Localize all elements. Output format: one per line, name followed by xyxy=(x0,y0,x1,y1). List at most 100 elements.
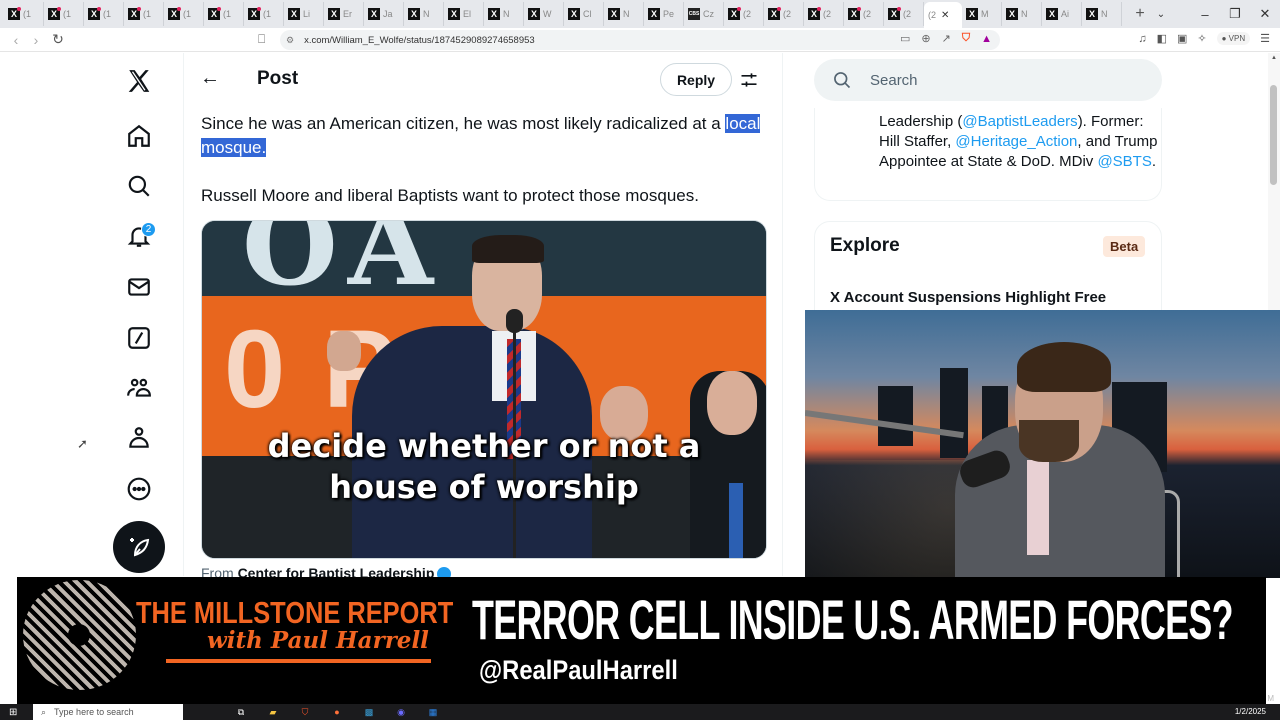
browser-tab[interactable]: X Ai xyxy=(1042,2,1082,26)
reload-button[interactable]: ↻ xyxy=(48,31,68,48)
media-icon[interactable]: ♫ xyxy=(1138,33,1146,45)
browser-tab[interactable]: X (1 xyxy=(4,2,44,26)
browser-tab[interactable]: X El xyxy=(444,2,484,26)
browser-tab[interactable]: XW xyxy=(524,2,564,26)
share-icon[interactable]: ↗ xyxy=(942,32,951,45)
windows-store-icon[interactable]: ▦ xyxy=(424,705,442,719)
start-button-icon[interactable]: ⊞ xyxy=(9,707,17,718)
browser-tab[interactable]: XN xyxy=(404,2,444,26)
filter-sliders-icon[interactable] xyxy=(739,70,759,90)
browser-tab[interactable]: X Li xyxy=(284,2,324,26)
mention-link[interactable]: @SBTS xyxy=(1097,153,1151,170)
x-logo-icon: X xyxy=(888,7,901,20)
post-video[interactable]: OA 0PI decide whether or not a house of … xyxy=(201,220,767,559)
feather-plus-icon xyxy=(130,538,150,557)
bookmark-icon[interactable]: ⎕ xyxy=(258,32,272,48)
post-header: ← Post Reply xyxy=(184,53,784,106)
home-icon[interactable] xyxy=(113,114,165,158)
tab-label: (2 xyxy=(823,9,832,19)
browser-tab[interactable]: X (2 xyxy=(884,2,924,26)
back-arrow-icon[interactable]: ← xyxy=(200,67,220,90)
file-explorer-icon[interactable]: ▰ xyxy=(264,705,282,719)
menu-icon[interactable]: ☰ xyxy=(1260,32,1270,45)
notifications-icon[interactable]: 2 xyxy=(113,214,165,258)
sidebar-toggle-icon[interactable]: ◧ xyxy=(1157,32,1167,45)
site-settings-icon[interactable]: ⚙ xyxy=(286,35,294,46)
taskbar-search-icon: ⌕ xyxy=(41,706,47,717)
browser-tab[interactable]: X (1 xyxy=(244,2,284,26)
browser-tab[interactable]: X Ja xyxy=(364,2,404,26)
x-logo-icon: X xyxy=(488,8,500,20)
grok-icon[interactable] xyxy=(113,316,165,360)
social-handle: @RealPaulHarrell xyxy=(479,655,678,685)
compose-post-button[interactable] xyxy=(113,521,165,573)
tab-label: Ja xyxy=(383,9,393,19)
x-logo-icon[interactable] xyxy=(113,59,165,103)
scrollbar-thumb[interactable] xyxy=(1270,85,1277,185)
mention-link[interactable]: @BaptistLeaders xyxy=(962,113,1077,130)
zoom-icon[interactable]: ⊕ xyxy=(921,32,930,45)
more-icon[interactable] xyxy=(113,467,165,511)
taskbar-search-input[interactable]: ⌕ Type here to search xyxy=(33,704,183,720)
scroll-up-icon[interactable]: ▲ xyxy=(1271,55,1277,61)
communities-icon[interactable] xyxy=(113,366,165,410)
reply-button[interactable]: Reply xyxy=(660,63,732,96)
minimize-button[interactable]: – xyxy=(1190,7,1220,22)
mention-link[interactable]: @Heritage_Action xyxy=(955,133,1077,150)
brave-rewards-icon[interactable]: ▲ xyxy=(981,33,992,45)
browser-tab[interactable]: X (2 xyxy=(804,2,844,26)
address-bar[interactable]: ⚙ x.com/William_E_Wolfe/status/187452908… xyxy=(280,30,1000,50)
browser-tab[interactable]: X (1 xyxy=(204,2,244,26)
messages-icon[interactable] xyxy=(113,265,165,309)
browser-tab[interactable]: X (2 xyxy=(724,2,764,26)
leo-ai-icon[interactable]: ✧ xyxy=(1197,32,1206,45)
browser-tab[interactable]: X Pe xyxy=(644,2,684,26)
tab-label: M xyxy=(981,9,989,19)
profile-icon[interactable] xyxy=(113,416,165,460)
tab-label: (1 xyxy=(23,9,32,19)
close-tab-icon[interactable]: ✕ xyxy=(941,10,949,21)
obs-icon[interactable]: ◉ xyxy=(392,705,410,719)
browser-tab[interactable]: X Cl xyxy=(564,2,604,26)
search-input[interactable]: Search xyxy=(814,59,1162,101)
explore-title: Explore xyxy=(830,235,900,256)
browser-tab[interactable]: X (1 xyxy=(124,2,164,26)
tab-label: (2 xyxy=(783,9,792,19)
browser-tab[interactable]: XN xyxy=(1002,2,1042,26)
vpn-button[interactable]: ● VPN xyxy=(1216,32,1251,45)
browser-tab[interactable]: XN xyxy=(1082,2,1122,26)
window-controls: ⌄ – ❐ ✕ xyxy=(1146,0,1280,28)
restore-button[interactable]: ❐ xyxy=(1220,6,1250,22)
tab-label: (1 xyxy=(143,9,152,19)
x-logo-icon: X xyxy=(808,7,821,20)
browser-tab[interactable]: XN xyxy=(604,2,644,26)
explore-search-icon[interactable] xyxy=(113,164,165,208)
browser-tab-active[interactable]: (2 ✕ xyxy=(924,2,962,28)
x-logo-icon: X xyxy=(288,8,300,20)
firefox-icon[interactable]: ● xyxy=(328,705,346,719)
browser-tab[interactable]: X (1 xyxy=(164,2,204,26)
brave-shields-icon[interactable]: ⛉ xyxy=(962,32,970,45)
headline: TERROR CELL INSIDE U.S. ARMED FORCES? xyxy=(472,588,1234,651)
browser-tab[interactable]: X (2 xyxy=(764,2,804,26)
browser-tab[interactable]: X Er xyxy=(324,2,364,26)
forward-nav-button[interactable]: › xyxy=(26,32,46,48)
browser-tab[interactable]: X (2 xyxy=(844,2,884,26)
cast-icon[interactable]: ▭ xyxy=(900,32,910,45)
browser-tab[interactable]: XM xyxy=(962,2,1002,26)
browser-tab[interactable]: X (1 xyxy=(44,2,84,26)
brave-browser-icon[interactable]: ⛉ xyxy=(296,705,314,719)
task-view-icon[interactable]: ⧉ xyxy=(232,705,250,719)
browser-tab[interactable]: X (1 xyxy=(84,2,124,26)
tab-search-dropdown-icon[interactable]: ⌄ xyxy=(1146,9,1176,20)
x-logo-icon: X xyxy=(608,8,620,20)
post-text-second: Russell Moore and liberal Baptists want … xyxy=(201,186,699,205)
browser-tab[interactable]: XN xyxy=(484,2,524,26)
tab-label: (1 xyxy=(263,9,272,19)
wallet-icon[interactable]: ▣ xyxy=(1177,32,1187,45)
close-window-button[interactable]: ✕ xyxy=(1250,6,1280,22)
back-nav-button[interactable]: ‹ xyxy=(6,32,26,48)
tab-label: (1 xyxy=(63,9,72,19)
app-icon[interactable]: ▩ xyxy=(360,705,378,719)
browser-tab[interactable]: CBS Cz xyxy=(684,2,724,26)
